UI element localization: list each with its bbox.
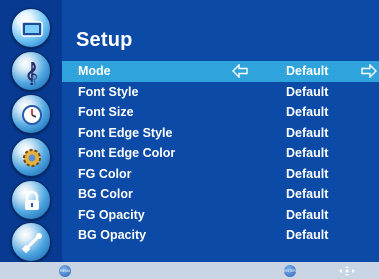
enter-hint-label: ENTER [284,269,296,273]
satellite-icon[interactable] [11,222,51,262]
menu-row-label: Font Style [78,84,139,99]
menu-row-mode[interactable]: Mode Default [62,61,379,82]
menu-row-label: FG Color [78,166,132,181]
arrows-nav-icon [339,266,355,276]
menu-row-value: Default [286,125,329,140]
menu-row-label: Mode [78,64,111,78]
menu-row-font-style[interactable]: Font Style Default [62,82,379,103]
picture-icon[interactable] [11,8,51,48]
menu-row-bg-color[interactable]: BG Color Default [62,184,379,205]
menu-row-value: Default [286,64,329,78]
menu-row-label: BG Opacity [78,228,147,242]
menu-row-font-edge-color[interactable]: Font Edge Color Default [62,143,379,164]
menu-hint-label: MENU [59,269,71,273]
menu-row-font-edge-style[interactable]: Font Edge Style Default [62,123,379,144]
osd-screen: 𝄞 Setup Mode Default Font Style Defaul [0,0,379,279]
menu-row-value: Default [286,187,329,201]
menu-row-font-size[interactable]: Font Size Default [62,102,379,123]
setup-panel: Setup Mode Default Font Style Default Fo… [62,0,379,262]
page-title: Setup [76,29,133,51]
menu-row-fg-color[interactable]: FG Color Default [62,164,379,185]
menu-row-label: BG Color [78,187,133,201]
arrow-right-icon[interactable] [361,64,377,78]
hint-bar: MENU ENTER [0,262,379,279]
menu-row-value: Default [286,84,329,99]
menu-row-label: Font Size [78,105,134,119]
menu-row-label: Font Edge Style [78,125,173,140]
menu-row-value: Default [286,146,329,160]
menu-row-value: Default [286,228,329,242]
menu-row-label: Font Edge Color [78,146,176,160]
menu-row-value: Default [286,166,329,181]
menu-row-label: FG Opacity [78,207,145,222]
menu-list: Mode Default Font Style Default Font Siz… [62,61,379,246]
sound-note-icon[interactable]: 𝄞 [11,51,51,91]
menu-row-bg-opacity[interactable]: BG Opacity Default [62,225,379,246]
menu-row-fg-opacity[interactable]: FG Opacity Default [62,205,379,226]
menu-row-value: Default [286,207,329,222]
settings-gear-icon[interactable] [11,137,51,177]
menu-row-value: Default [286,105,329,119]
clock-icon[interactable] [11,94,51,134]
lock-icon[interactable] [11,180,51,220]
arrow-left-icon[interactable] [232,64,248,78]
sidebar: 𝄞 [0,0,62,262]
